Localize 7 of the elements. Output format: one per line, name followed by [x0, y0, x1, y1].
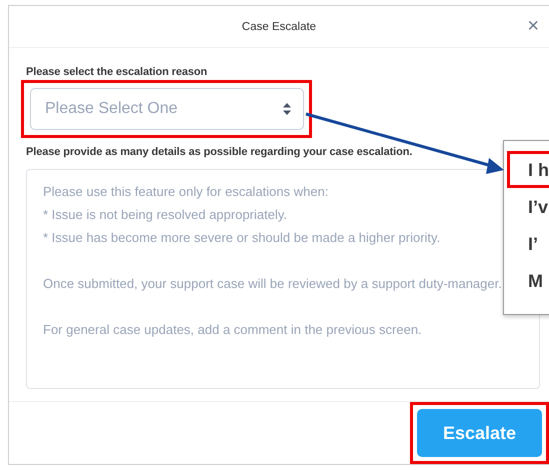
close-button[interactable]: × [523, 16, 543, 36]
field-label: Please provide as many details as possible regarding your case escalation. [26, 146, 412, 158]
dropdown-option[interactable]: I h [507, 151, 549, 188]
up-down-caret-icon [283, 103, 291, 116]
select-placeholder: Please Select One [45, 100, 178, 118]
dialog-title: Case Escalate [242, 20, 316, 33]
field-label: Please select the escalation reason [26, 66, 208, 78]
